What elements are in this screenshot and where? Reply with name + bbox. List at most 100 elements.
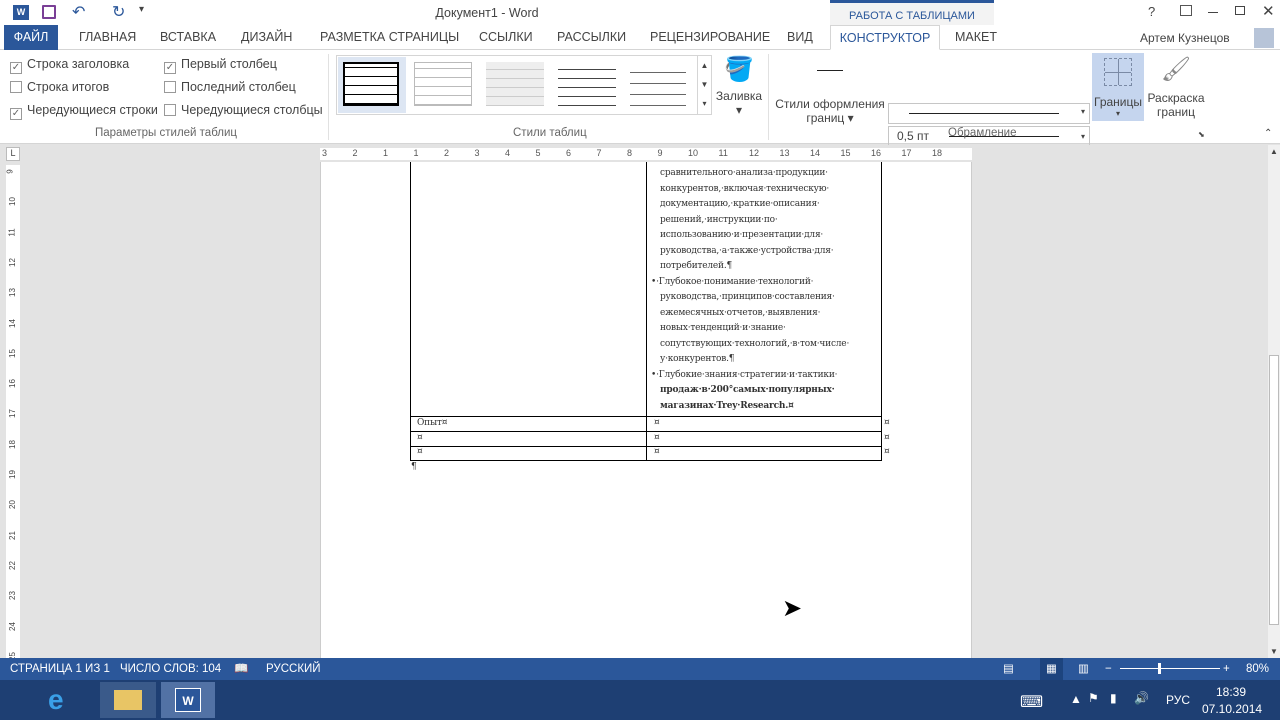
- ruler-tick-label: 2: [352, 148, 358, 158]
- cell-text-line[interactable]: конкурентов,·включая·техническую·: [660, 184, 829, 194]
- scroll-thumb[interactable]: [1269, 355, 1279, 625]
- ruler-toggle[interactable]: L: [6, 147, 20, 161]
- page[interactable]: Опыт¤ ¤ ¤ ¤ ¤ ¤ ¤ ¤ ¤ ¶ сравнительного·анализа·пр…: [320, 162, 972, 658]
- cell-text-line[interactable]: сопутствующих·технологий,·в·том·числе·: [660, 339, 849, 349]
- restore-button[interactable]: [1235, 6, 1245, 15]
- close-button[interactable]: ✕: [1262, 2, 1275, 20]
- tab-view[interactable]: ВИД: [779, 25, 821, 50]
- user-avatar[interactable]: [1254, 28, 1274, 48]
- table-style-minimal[interactable]: [630, 62, 686, 106]
- volume-icon[interactable]: 🔊: [1134, 691, 1149, 705]
- tab-design[interactable]: ДИЗАЙН: [233, 25, 300, 50]
- help-button[interactable]: ?: [1148, 4, 1155, 19]
- border-painter-button[interactable]: 🖌 Раскраска границ: [1146, 55, 1206, 119]
- tab-table-layout[interactable]: МАКЕТ: [947, 25, 1005, 50]
- word-taskbar-icon[interactable]: W: [161, 682, 215, 718]
- table-cell[interactable]: ¤: [417, 447, 423, 457]
- cell-text-line[interactable]: у·конкурентов.¶: [660, 354, 734, 364]
- gallery-scroll[interactable]: ▲ ▼ ▾: [697, 56, 711, 114]
- ribbon: ✓ Строка заголовка Строка итогов ✓ Чередую…: [0, 50, 1280, 170]
- zoom-slider[interactable]: [1120, 663, 1220, 674]
- cell-text-line[interactable]: руководства,·а·также·устройства·для·: [660, 246, 834, 256]
- cell-text-line[interactable]: •·Глубокие·знания·стратегии·и·тактики·: [651, 370, 838, 380]
- proofing-icon[interactable]: 📖: [234, 658, 248, 680]
- shading-button[interactable]: 🪣 Заливка ▾: [714, 55, 764, 117]
- cell-text-line[interactable]: решений,·инструкции·по·: [660, 215, 778, 225]
- tab-layout-page[interactable]: РАЗМЕТКА СТРАНИЦЫ: [312, 25, 467, 50]
- zoom-in-button[interactable]: +: [1223, 658, 1230, 680]
- border-styles-button[interactable]: Стили оформления границ ▾: [772, 55, 888, 125]
- table-cell[interactable]: Опыт¤: [417, 418, 447, 428]
- cell-text-line[interactable]: сравнительного·анализа·продукции·: [660, 168, 828, 178]
- tab-table-design[interactable]: КОНСТРУКТОР: [830, 25, 940, 50]
- clock-time[interactable]: 18:39: [1216, 685, 1246, 699]
- borders-button[interactable]: Границы ▾: [1092, 53, 1144, 121]
- tab-mailings[interactable]: РАССЫЛКИ: [549, 25, 634, 50]
- vertical-ruler[interactable]: 9 10 11 12 13 14 15 16 17 18 19 20 21 22 23 24 25: [6, 165, 20, 661]
- checkbox-banded-columns[interactable]: Чередующиеся столбцы: [164, 103, 323, 117]
- table-cell[interactable]: ¤: [654, 433, 660, 443]
- table-style-grid[interactable]: [338, 57, 406, 113]
- checkbox-first-column[interactable]: ✓ Первый столбец: [164, 57, 277, 74]
- flag-icon[interactable]: ⚑: [1088, 691, 1099, 705]
- context-group-label: РАБОТА С ТАБЛИЦАМИ: [830, 0, 994, 25]
- table-row[interactable]: ¤ ¤ ¤: [410, 433, 890, 447]
- tab-home[interactable]: ГЛАВНАЯ: [71, 25, 144, 50]
- clock-date[interactable]: 07.10.2014: [1202, 702, 1262, 716]
- row-end-mark: ¤: [884, 447, 890, 458]
- collapse-ribbon-icon[interactable]: ⌃: [1264, 128, 1272, 139]
- ruler-tick-label: 16: [7, 379, 17, 389]
- cell-text-line[interactable]: документацию,·краткие·описания·: [660, 199, 820, 209]
- zoom-level[interactable]: 80%: [1246, 658, 1269, 680]
- horizontal-ruler[interactable]: 3 2 1 1 2 3 4 5 6 7 8 9 10 11 12 13 14 15 16 17 18: [320, 148, 972, 160]
- checkbox-last-column[interactable]: Последний столбец: [164, 80, 296, 94]
- cell-text-line[interactable]: ежемесячных·отчетов,·выявления·: [660, 308, 820, 318]
- tray-chevron-icon[interactable]: ▲: [1070, 692, 1082, 706]
- zoom-out-button[interactable]: −: [1105, 658, 1112, 680]
- group-label-borders: Обрамление: [948, 127, 1017, 139]
- tab-file[interactable]: ФАЙЛ: [4, 25, 58, 50]
- user-name[interactable]: Артем Кузнецов: [1140, 31, 1230, 45]
- tab-review[interactable]: РЕЦЕНЗИРОВАНИЕ: [642, 25, 778, 50]
- cell-text-line[interactable]: •·Глубокое·понимание·технологий·: [651, 277, 813, 287]
- dialog-launcher-icon[interactable]: ⬊: [1198, 130, 1205, 139]
- table-style-light[interactable]: [486, 62, 544, 106]
- cell-text-line[interactable]: продаж·в·200°самых·популярных·: [660, 385, 835, 395]
- ie-icon[interactable]: e: [48, 684, 64, 716]
- ruler-tick-label: 10: [688, 148, 699, 158]
- cell-text-line[interactable]: потребителей.¶: [660, 261, 732, 271]
- ruler-tick-label: 13: [7, 288, 17, 298]
- table-row[interactable]: ¤ ¤ ¤: [410, 447, 890, 461]
- explorer-icon[interactable]: [100, 682, 156, 718]
- web-layout-icon[interactable]: ▥: [1078, 658, 1089, 680]
- checkbox-total-row[interactable]: Строка итогов: [10, 80, 109, 94]
- cell-text-line[interactable]: магазинах·Trey·Research.¤: [660, 401, 794, 411]
- keyboard-icon[interactable]: ⌨: [1020, 692, 1043, 712]
- check-icon: ✓: [164, 62, 176, 74]
- table-cell[interactable]: ¤: [417, 433, 423, 443]
- tab-insert[interactable]: ВСТАВКА: [152, 25, 224, 50]
- line-style-dropdown[interactable]: ▾: [888, 103, 1090, 124]
- table-row[interactable]: Опыт¤ ¤ ¤: [410, 418, 890, 432]
- table-cell[interactable]: ¤: [654, 447, 660, 457]
- language[interactable]: РУССКИЙ: [266, 658, 321, 680]
- minimize-button[interactable]: [1208, 12, 1218, 13]
- table-style-plain[interactable]: [414, 62, 472, 106]
- read-mode-icon[interactable]: ▤: [1003, 658, 1014, 680]
- cell-text-line[interactable]: использованию·и·презентации·для·: [660, 230, 823, 240]
- checkbox-banded-rows[interactable]: ✓ Чередующиеся строки: [10, 103, 158, 120]
- cell-text-line[interactable]: новых·тенденций·и·знание·: [660, 323, 786, 333]
- tab-references[interactable]: ССЫЛКИ: [471, 25, 541, 50]
- ribbon-tabs: ФАЙЛ ГЛАВНАЯ ВСТАВКА ДИЗАЙН РАЗМЕТКА СТР…: [0, 25, 1280, 50]
- table-cell[interactable]: ¤: [654, 418, 660, 428]
- word-count[interactable]: ЧИСЛО СЛОВ: 104: [120, 658, 221, 680]
- print-layout-icon[interactable]: ▦: [1040, 658, 1063, 680]
- page-count[interactable]: СТРАНИЦА 1 ИЗ 1: [10, 658, 110, 680]
- input-language[interactable]: РУС: [1166, 693, 1190, 707]
- checkbox-header-row[interactable]: ✓ Строка заголовка: [10, 57, 129, 74]
- network-icon[interactable]: ▮: [1110, 691, 1117, 705]
- ribbon-display-button[interactable]: [1180, 5, 1192, 16]
- vertical-scrollbar[interactable]: ▲ ▼: [1268, 145, 1280, 658]
- table-style-lines[interactable]: [558, 62, 616, 106]
- cell-text-line[interactable]: руководства,·принципов·составления·: [660, 292, 835, 302]
